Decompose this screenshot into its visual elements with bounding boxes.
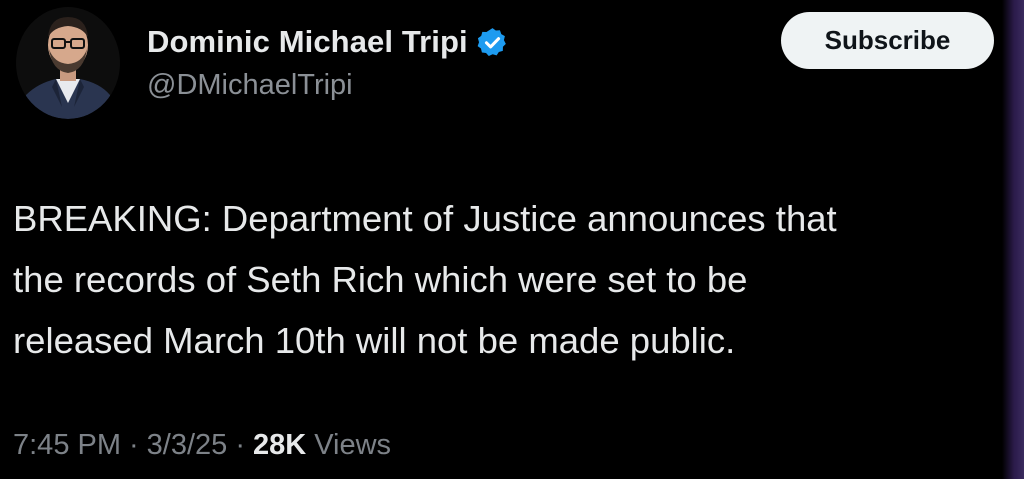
tweet-text-line: BREAKING: Department of Justice announce… (13, 198, 837, 239)
tweet-meta: 7:45 PM · 3/3/25 · 28K Views (13, 423, 391, 467)
verified-badge-icon (476, 26, 509, 59)
views-count: 28K (252, 428, 307, 461)
display-name[interactable]: Dominic Michael Tripi (147, 24, 468, 60)
tweet-text-line: the records of Seth Rich which were set … (13, 259, 748, 300)
subscribe-button[interactable]: Subscribe (781, 12, 994, 69)
author-name-row: Dominic Michael Tripi (147, 22, 509, 62)
tweet-date[interactable]: 3/3/25 (147, 429, 228, 462)
avatar-image (16, 7, 120, 119)
avatar[interactable] (16, 7, 120, 119)
edge-glow (1002, 0, 1024, 479)
tweet-time[interactable]: 7:45 PM (13, 429, 121, 462)
views-label: Views (314, 428, 392, 461)
author-handle[interactable]: @DMichaelTripi (147, 69, 353, 102)
meta-separator: · (235, 428, 245, 461)
tweet-text: BREAKING: Department of Justice announce… (13, 188, 1013, 371)
tweet-card: Dominic Michael Tripi @DMichaelTripi Sub… (0, 0, 1024, 479)
tweet-text-line: released March 10th will not be made pub… (13, 320, 736, 361)
meta-separator: · (129, 428, 139, 461)
